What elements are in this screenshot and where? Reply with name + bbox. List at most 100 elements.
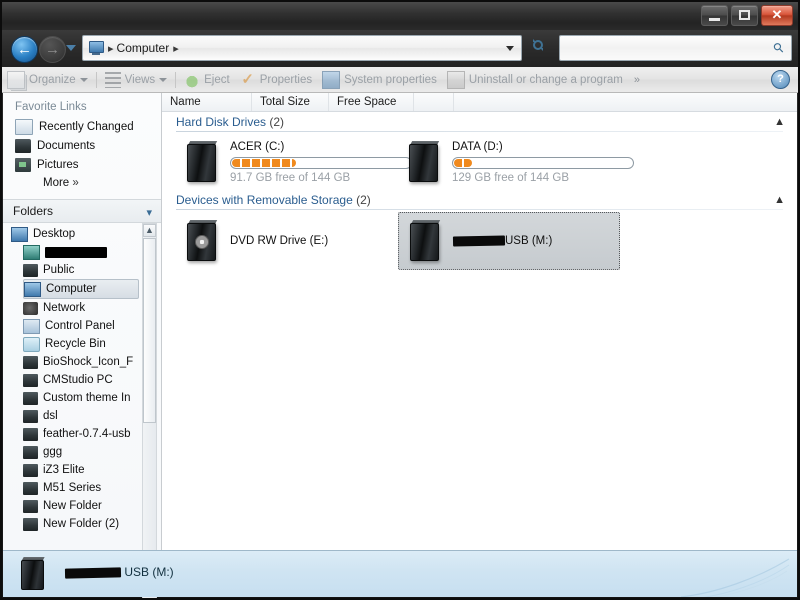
scrollbar-thumb[interactable] <box>143 238 156 423</box>
drive-name-text: USB (M:) <box>505 235 553 247</box>
tree-item-iz3-elite[interactable]: iZ3 Elite <box>23 461 139 479</box>
tree-item-dsl[interactable]: dsl <box>23 407 139 425</box>
folders-header[interactable]: Folders ▾ <box>3 199 161 223</box>
help-button[interactable]: ? <box>771 70 790 89</box>
more-label: More <box>43 177 70 189</box>
tree-item-redacted[interactable] <box>23 243 139 261</box>
favorite-item-recently-changed[interactable]: Recently Changed <box>3 117 161 136</box>
column-header-free-space[interactable]: Free Space <box>329 93 414 111</box>
tree-item-label: Computer <box>46 283 97 295</box>
history-dropdown-icon[interactable] <box>66 45 76 51</box>
folder-icon <box>23 427 38 441</box>
folders-scrollbar[interactable]: ▲ ▼ <box>142 223 157 598</box>
tree-item-desktop[interactable]: Desktop <box>11 225 139 243</box>
drive-row: ACER (C:) 91.7 GB free of 144 GB DATA (D:)… <box>162 134 797 190</box>
tree-item-label: CMStudio PC <box>43 374 113 386</box>
maximize-button[interactable] <box>731 5 758 26</box>
favorites-more-button[interactable]: More » <box>3 174 161 193</box>
group-header-hard-disk-drives[interactable]: Hard Disk Drives (2) ▲ <box>162 112 797 134</box>
column-header-total-size[interactable]: Total Size <box>252 93 329 111</box>
tree-item-ggg[interactable]: ggg <box>23 443 139 461</box>
breadcrumb-separator-2[interactable]: ▸ <box>173 42 179 55</box>
address-bar-row: ← → ▸ Computer ▸ ⚲ <box>2 30 798 67</box>
title-bar: ✕ <box>2 2 798 30</box>
drive-info: DATA (D:) 129 GB free of 144 GB <box>452 141 634 184</box>
column-header-row: Name Total Size Free Space <box>162 93 797 112</box>
refresh-icon <box>533 39 543 51</box>
chevron-down-icon[interactable] <box>506 45 514 51</box>
status-bar: USB (M:) <box>3 550 797 597</box>
help-label: ? <box>777 73 784 85</box>
address-breadcrumb-bar[interactable]: ▸ Computer ▸ <box>82 35 522 61</box>
tree-item-custom-theme-in[interactable]: Custom theme In <box>23 389 139 407</box>
forward-button[interactable]: → <box>39 36 66 63</box>
folder-icon <box>23 463 38 477</box>
uninstall-program-button[interactable]: Uninstall or change a program <box>442 69 628 91</box>
pictures-icon <box>15 157 31 172</box>
close-button[interactable]: ✕ <box>761 5 793 26</box>
toolbar-overflow-button[interactable]: » <box>628 74 646 86</box>
column-header-name[interactable]: Name <box>162 93 252 111</box>
tree-item-label: Recycle Bin <box>45 338 106 350</box>
search-box[interactable]: ⚲ <box>559 35 792 61</box>
hard-drive-icon <box>182 140 222 184</box>
chevron-down-icon <box>79 77 88 82</box>
favorite-item-documents[interactable]: Documents <box>3 136 161 155</box>
tree-item-network[interactable]: Network <box>23 299 139 317</box>
folders-title: Folders <box>13 204 54 218</box>
collapse-chevron-icon[interactable]: ▲ <box>774 194 785 206</box>
refresh-button[interactable] <box>526 36 550 60</box>
tree-item-label: Control Panel <box>45 320 115 332</box>
tree-item-label: New Folder (2) <box>43 518 120 530</box>
tree-item-label: Desktop <box>33 228 76 240</box>
breadcrumb-computer[interactable]: Computer <box>117 41 170 55</box>
drive-tile-data-d-[interactable]: DATA (D:) 129 GB free of 144 GB <box>398 134 634 190</box>
tree-item-bioshock-icon-f[interactable]: BioShock_Icon_F <box>23 353 139 371</box>
computer-icon <box>24 281 41 297</box>
favorite-item-label: Documents <box>37 139 96 152</box>
group-header-devices-with-removable-storage[interactable]: Devices with Removable Storage (2) ▲ <box>162 190 797 212</box>
tree-item-cmstudio-pc[interactable]: CMStudio PC <box>23 371 139 389</box>
properties-button[interactable]: ✓ Properties <box>235 69 317 91</box>
drive-tile-usb-m-[interactable]: USB (M:) <box>398 212 620 270</box>
redacted-name <box>45 246 107 258</box>
tree-item-feather-0-7-4-usb[interactable]: feather-0.7.4-usb <box>23 425 139 443</box>
folder-icon <box>23 409 38 423</box>
tree-item-m51-series[interactable]: M51 Series <box>23 479 139 497</box>
back-button[interactable]: ← <box>11 36 38 63</box>
group-count: (2) <box>266 115 285 129</box>
properties-label: Properties <box>259 73 313 86</box>
tree-item-control-panel[interactable]: Control Panel <box>23 317 139 335</box>
organize-button[interactable]: Organize <box>2 69 93 91</box>
disk-usage-fill <box>232 158 297 167</box>
chevron-down-icon <box>159 77 168 82</box>
system-properties-button[interactable]: System properties <box>317 69 442 91</box>
drive-tile-dvd-rw-drive-e-[interactable]: DVD RW Drive (E:) <box>176 212 398 270</box>
favorite-item-pictures[interactable]: Pictures <box>3 155 161 174</box>
control-panel-icon <box>23 318 40 334</box>
search-input[interactable] <box>567 40 775 56</box>
tree-item-new-folder[interactable]: New Folder <box>23 497 139 515</box>
scroll-up-button[interactable]: ▲ <box>143 224 156 237</box>
group-count: (2) <box>352 193 371 207</box>
column-header-blank[interactable] <box>414 93 454 111</box>
drive-info: ACER (C:) 91.7 GB free of 144 GB <box>230 141 412 184</box>
favorite-item-label: Pictures <box>37 158 79 171</box>
tree-item-public[interactable]: Public <box>23 261 139 279</box>
folder-icon <box>23 373 38 387</box>
tree-item-recycle-bin[interactable]: Recycle Bin <box>23 335 139 353</box>
drive-name: USB (M:) <box>452 235 553 247</box>
drive-tile-acer-c-[interactable]: ACER (C:) 91.7 GB free of 144 GB <box>176 134 412 190</box>
maximize-icon <box>739 10 750 20</box>
explorer-window: ✕ ← → ▸ Computer ▸ ⚲ Organize Views Ejec… <box>0 0 800 600</box>
tree-item-new-folder-2-[interactable]: New Folder (2) <box>23 515 139 533</box>
views-button[interactable]: Views <box>100 69 172 91</box>
collapse-chevron-icon[interactable]: ▲ <box>774 116 785 128</box>
eject-button[interactable]: Eject <box>179 69 235 91</box>
disk-usage-fill <box>454 158 472 167</box>
chevron-down-icon[interactable]: ▾ <box>136 206 152 219</box>
minimize-button[interactable] <box>701 5 728 26</box>
tree-item-label: New Folder <box>43 500 102 512</box>
tree-item-computer[interactable]: Computer <box>23 279 139 299</box>
tree-item-label: Public <box>43 264 75 276</box>
